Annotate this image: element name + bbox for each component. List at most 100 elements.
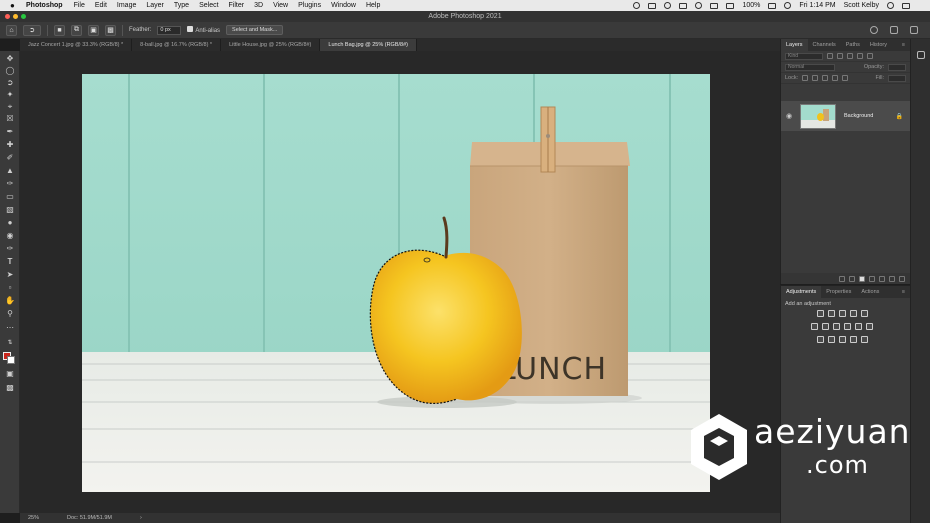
blur-tool-icon[interactable]: ● <box>5 218 15 228</box>
status-icon-5[interactable] <box>695 2 703 9</box>
status-expand-arrow[interactable]: › <box>140 515 142 521</box>
path-select-tool-icon[interactable]: ➤ <box>5 270 15 280</box>
tab-adjustments[interactable]: Adjustments <box>781 286 822 298</box>
gradient-tool-icon[interactable]: ▧ <box>5 205 15 215</box>
canvas-area[interactable]: LUNCH <box>20 51 780 513</box>
new-group-icon[interactable] <box>879 275 885 282</box>
tab-layers[interactable]: Layers <box>781 39 808 51</box>
status-icon-3[interactable] <box>664 2 672 9</box>
select-and-mask-button[interactable]: Select and Mask... <box>226 25 284 35</box>
tab-8-ball[interactable]: 8-ball.jpg @ 16.7% (RGB/8) * <box>132 39 222 51</box>
tab-channels[interactable]: Channels <box>808 39 841 51</box>
filter-adjust-icon[interactable] <box>837 53 843 59</box>
tab-little-house[interactable]: Little House.jpg @ 25% (RGB/8#) <box>221 39 321 51</box>
menu-app-photoshop[interactable]: Photoshop <box>26 2 63 9</box>
new-adjustment-icon[interactable] <box>869 275 875 282</box>
clock[interactable]: Fri 1:14 PM <box>799 2 835 9</box>
workspace-icon[interactable] <box>890 26 898 34</box>
tab-paths[interactable]: Paths <box>841 39 865 51</box>
screen-mode-icon[interactable]: ▩ <box>5 383 15 393</box>
share-icon[interactable] <box>910 26 918 34</box>
brush-tool-icon[interactable]: ✐ <box>5 153 15 163</box>
background-color-swatch[interactable] <box>7 356 15 364</box>
eraser-tool-icon[interactable]: ▭ <box>5 192 15 202</box>
history-brush-tool-icon[interactable]: ✑ <box>5 179 15 189</box>
delete-layer-icon[interactable] <box>899 275 905 282</box>
menu-view[interactable]: View <box>273 2 288 9</box>
user-switch-icon[interactable] <box>784 2 792 9</box>
tab-actions[interactable]: Actions <box>856 286 884 298</box>
menu-select[interactable]: Select <box>199 2 218 9</box>
visibility-eye-icon[interactable]: ◉ <box>786 112 796 120</box>
lock-transparent-icon[interactable] <box>802 75 809 81</box>
eyedropper-tool-icon[interactable]: ✒ <box>5 127 15 137</box>
lock-image-icon[interactable] <box>812 75 819 81</box>
filter-shape-icon[interactable] <box>857 53 863 59</box>
search-icon[interactable] <box>870 26 878 34</box>
spotlight-icon[interactable] <box>887 2 894 9</box>
battery-icon[interactable] <box>768 2 777 9</box>
lock-all-icon[interactable] <box>842 75 849 81</box>
layer-style-icon[interactable] <box>849 275 855 282</box>
stamp-tool-icon[interactable]: ▲ <box>5 166 15 176</box>
tab-jazz-concert[interactable]: Jazz Concert 1.jpg @ 33.3% (RGB/8) * <box>20 39 133 51</box>
tool-preset-picker[interactable]: ➲ <box>23 24 41 36</box>
selective-color-icon[interactable] <box>860 336 868 343</box>
menu-file[interactable]: File <box>74 2 85 9</box>
opacity-input[interactable] <box>888 63 906 71</box>
link-layers-icon[interactable] <box>839 275 845 282</box>
tab-history[interactable]: History <box>865 39 892 51</box>
menu-window[interactable]: Window <box>331 2 356 9</box>
type-tool-icon[interactable]: T <box>5 257 15 267</box>
threshold-icon[interactable] <box>838 336 846 343</box>
crop-tool-icon[interactable]: ⌖ <box>5 102 15 112</box>
color-lookup-icon[interactable] <box>866 323 873 330</box>
curves-icon[interactable] <box>838 310 846 317</box>
lock-artboard-icon[interactable] <box>832 75 839 81</box>
menu-3d[interactable]: 3D <box>254 2 263 9</box>
doc-size[interactable]: Doc: 51.9M/51.9M <box>67 515 112 521</box>
fill-input[interactable] <box>888 74 906 82</box>
status-icon-1[interactable] <box>633 2 641 9</box>
tab-properties[interactable]: Properties <box>821 286 856 298</box>
layer-row-background[interactable]: ◉ Background 🔒 <box>781 101 911 131</box>
panel-menu-icon[interactable]: ≡ <box>897 286 910 298</box>
hand-tool-icon[interactable]: ✋ <box>5 296 15 306</box>
learn-panel-icon[interactable] <box>917 51 925 59</box>
swap-colors-icon[interactable]: ⇅ <box>5 338 15 348</box>
menu-filter[interactable]: Filter <box>229 2 245 9</box>
brightness-contrast-icon[interactable] <box>816 310 824 317</box>
feather-input[interactable]: 0 px <box>157 25 182 35</box>
filter-smart-icon[interactable] <box>867 53 873 59</box>
black-white-icon[interactable] <box>833 323 840 330</box>
minimize-window-button[interactable] <box>13 14 18 19</box>
antialias-checkbox[interactable]: Anti-alias <box>187 26 220 34</box>
add-mask-icon[interactable] <box>859 275 865 282</box>
blend-mode-select[interactable]: Normal <box>785 63 835 71</box>
layer-lock-icon[interactable]: 🔒 <box>896 113 903 120</box>
quick-select-tool-icon[interactable]: ✦ <box>5 90 15 100</box>
menu-edit[interactable]: Edit <box>95 2 107 9</box>
document-image[interactable]: LUNCH <box>82 74 710 492</box>
photo-filter-icon[interactable] <box>844 323 851 330</box>
pen-tool-icon[interactable]: ✑ <box>5 244 15 254</box>
panel-menu-icon[interactable]: ≡ <box>897 39 910 51</box>
quick-mask-icon[interactable]: ▣ <box>5 369 15 379</box>
shape-tool-icon[interactable]: ▫ <box>5 283 15 293</box>
add-selection-icon[interactable]: ⧉ <box>71 24 82 36</box>
filter-type-icon[interactable] <box>847 53 853 59</box>
new-layer-icon[interactable] <box>889 275 895 282</box>
volume-icon[interactable] <box>726 2 735 9</box>
menu-help[interactable]: Help <box>366 2 380 9</box>
invert-icon[interactable] <box>816 336 824 343</box>
filter-pixel-icon[interactable] <box>827 53 833 59</box>
lock-position-icon[interactable] <box>822 75 829 81</box>
hue-saturation-icon[interactable] <box>811 323 818 330</box>
gradient-map-icon[interactable] <box>849 336 857 343</box>
marquee-tool-icon[interactable]: ◯ <box>5 66 15 76</box>
exposure-icon[interactable] <box>849 310 857 317</box>
user-name[interactable]: Scott Kelby <box>844 2 879 9</box>
posterize-icon[interactable] <box>827 336 835 343</box>
move-tool-icon[interactable]: ✥ <box>5 54 15 64</box>
zoom-level[interactable]: 25% <box>28 515 39 521</box>
